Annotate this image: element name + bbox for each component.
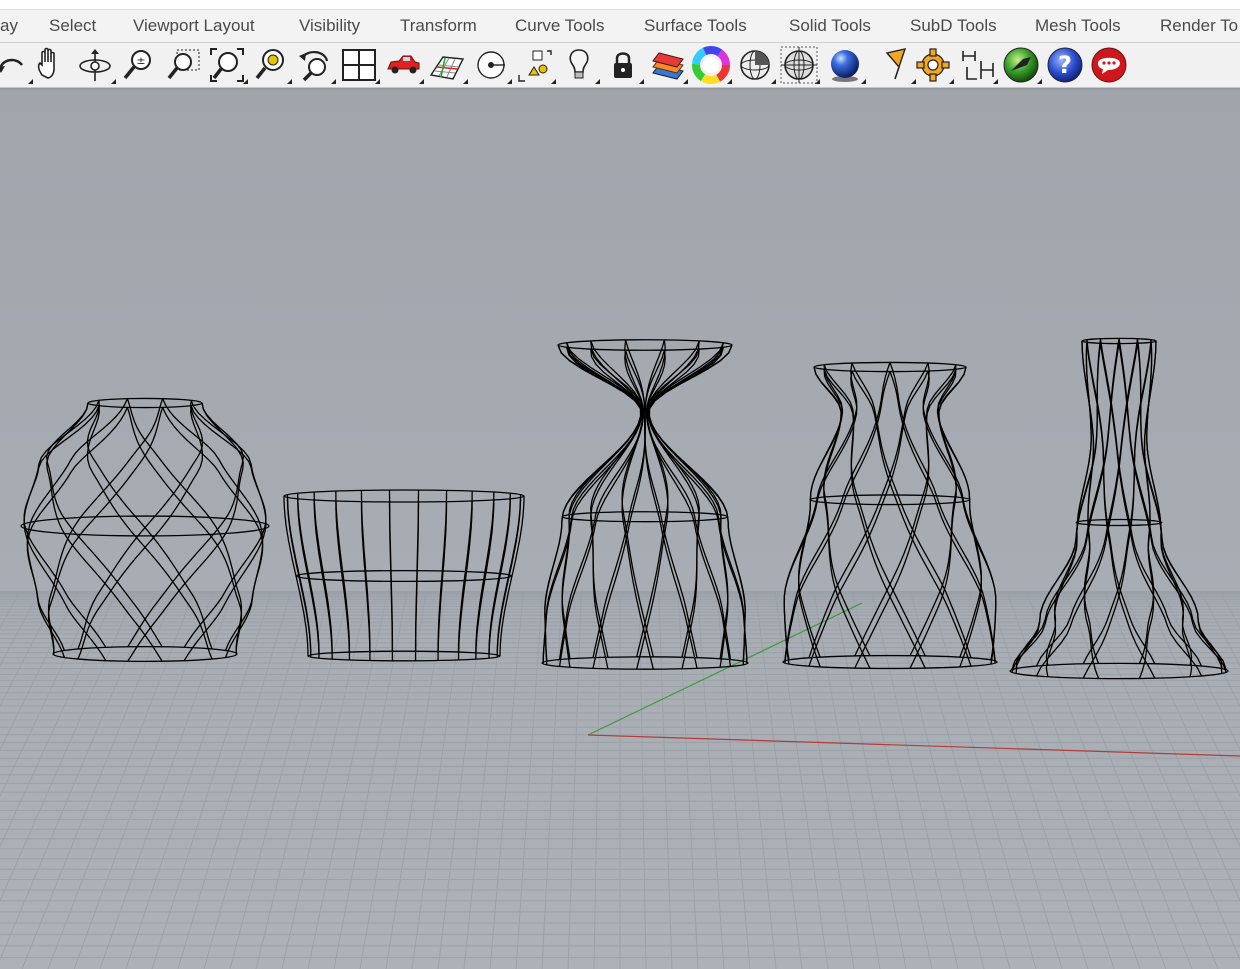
four-viewports-icon[interactable]	[339, 45, 380, 85]
undo-view-icon[interactable]	[295, 45, 336, 85]
tab-viewport-layout[interactable]: Viewport Layout	[133, 16, 255, 36]
rendered-sphere-icon[interactable]	[825, 45, 866, 85]
tab-mesh-tools[interactable]: Mesh Tools	[1035, 16, 1121, 36]
pan-hand-icon[interactable]	[30, 45, 70, 85]
zoom-extents-icon[interactable]	[207, 45, 248, 85]
undo-icon[interactable]	[0, 45, 33, 85]
tab-curve-tools[interactable]: Curve Tools	[515, 16, 604, 36]
select-filter-icon[interactable]	[515, 45, 556, 85]
tab-transform[interactable]: Transform	[400, 16, 477, 36]
tab-display[interactable]: ay	[0, 16, 18, 36]
svg-text:?: ?	[1058, 51, 1072, 79]
zoom-in-out-icon[interactable]: ±	[119, 45, 159, 85]
tab-select[interactable]: Select	[49, 16, 96, 36]
chat-support-icon[interactable]	[1089, 45, 1129, 85]
zoom-window-icon[interactable]	[163, 45, 203, 85]
construction-plane-icon[interactable]	[427, 45, 468, 85]
dimension-icon[interactable]	[957, 45, 998, 85]
options-gear-icon[interactable]	[913, 45, 954, 85]
tab-solid-tools[interactable]: Solid Tools	[789, 16, 871, 36]
rotate-view-icon[interactable]	[75, 45, 116, 85]
render-icon[interactable]	[875, 45, 916, 85]
named-views-car-icon[interactable]	[383, 45, 424, 85]
tab-visibility[interactable]: Visibility	[299, 16, 360, 36]
window-top-edge	[0, 0, 1240, 10]
tab-subd-tools[interactable]: SubD Tools	[910, 16, 997, 36]
wireframe-sphere-icon[interactable]	[735, 45, 776, 85]
shaded-sphere-icon[interactable]	[779, 45, 820, 85]
svg-text:±: ±	[136, 54, 145, 67]
light-bulb-icon[interactable]	[559, 45, 600, 85]
layers-icon[interactable]	[647, 45, 688, 85]
zoom-selected-icon[interactable]	[251, 45, 292, 85]
osnap-point-icon[interactable]	[471, 45, 512, 85]
ribbon-tab-bar: ay Select Viewport Layout Visibility Tra…	[0, 0, 1240, 43]
tab-render-tools[interactable]: Render To	[1160, 16, 1238, 36]
standard-toolbar: ± ?	[0, 43, 1240, 88]
lock-icon[interactable]	[603, 45, 644, 85]
perspective-viewport[interactable]	[0, 91, 1240, 969]
help-icon[interactable]: ?	[1045, 45, 1085, 85]
grasshopper-icon[interactable]	[1001, 45, 1042, 85]
color-wheel-icon[interactable]	[691, 45, 732, 85]
tab-surface-tools[interactable]: Surface Tools	[644, 16, 747, 36]
